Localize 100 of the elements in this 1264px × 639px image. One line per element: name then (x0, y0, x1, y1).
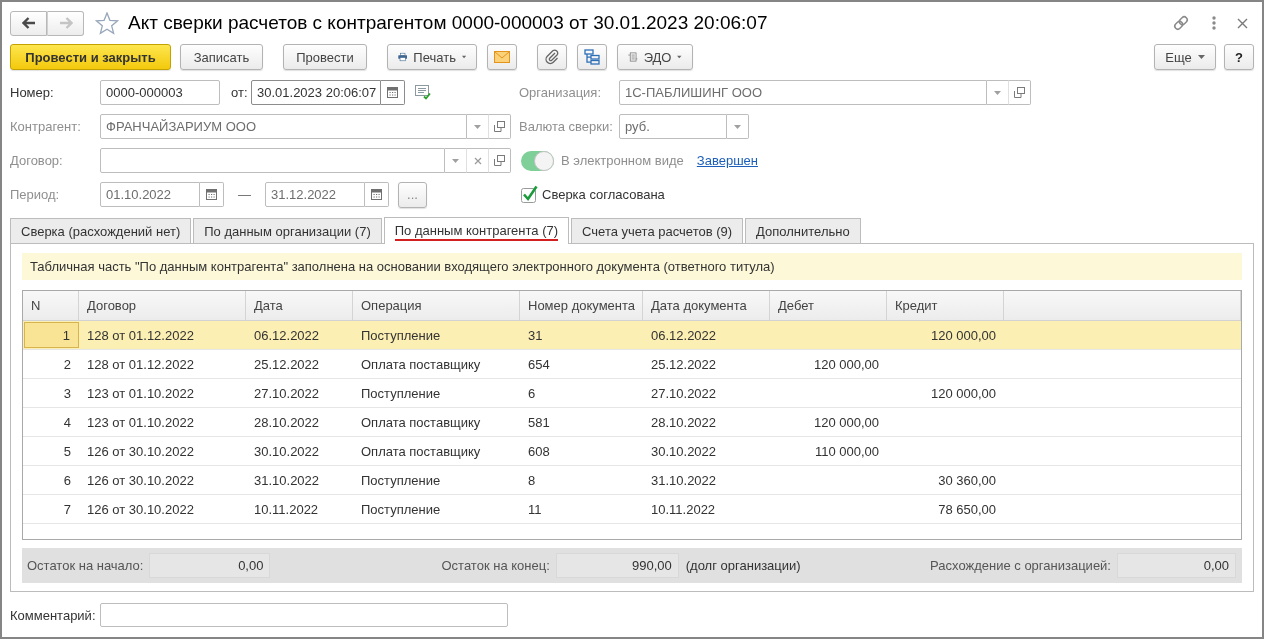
table-cell: Оплата поставщику (361, 414, 481, 430)
calendar-button[interactable] (200, 182, 224, 207)
column-header[interactable]: N (23, 291, 79, 320)
more-button[interactable]: Еще (1154, 44, 1216, 70)
cross-icon (473, 156, 482, 165)
close-icon[interactable] (1237, 17, 1248, 29)
comment-label: Комментарий: (10, 607, 97, 623)
back-button[interactable] (10, 10, 47, 36)
post-button[interactable]: Провести (283, 44, 367, 70)
table-cell: 06.12.2022 (651, 327, 717, 343)
structure-button[interactable] (577, 44, 607, 70)
closing-balance-note: (долг организации) (685, 558, 801, 573)
dropdown-button[interactable] (727, 114, 749, 139)
document-check-icon[interactable] (415, 85, 431, 100)
column-header[interactable]: Операция (353, 291, 520, 320)
table-cell: 6 (63, 472, 71, 488)
more-icon[interactable] (1212, 16, 1216, 30)
post-and-close-button[interactable]: Провести и закрыть (10, 44, 171, 70)
caret-icon (734, 124, 741, 129)
date-label: от: (231, 85, 249, 100)
table-cell: 6 (528, 385, 536, 401)
table-cell: Поступление (361, 385, 441, 401)
currency-label: Валюта сверки: (519, 119, 614, 134)
discrepancy-field: 0,00 (1117, 553, 1236, 578)
period-separator: — (238, 187, 251, 202)
column-header[interactable]: Кредит (887, 291, 1004, 320)
table-cell: 5 (63, 443, 71, 459)
table-row[interactable]: 5 126 от 30.10.2022 30.10.2022 Оплата поставщику 608 30.10.2022 110 000,00 (23, 437, 1241, 466)
table-cell: 30.10.2022 (651, 443, 717, 459)
table-cell: 25.12.2022 (651, 356, 717, 372)
table-cell: 27.10.2022 (254, 385, 320, 401)
paperclip-icon (545, 49, 559, 65)
calendar-button[interactable] (365, 182, 389, 207)
table-row[interactable]: 1 128 от 01.12.2022 06.12.2022 Поступление 31 06.12.2022 120 000,00 (23, 321, 1241, 350)
dropdown-button[interactable] (467, 114, 489, 139)
table-cell: 110 000,00 (814, 443, 879, 459)
column-header[interactable]: Договор (79, 291, 246, 320)
open-button[interactable] (489, 114, 511, 139)
window-icon (494, 155, 505, 166)
tab[interactable]: Счета учета расчетов (9) (571, 218, 744, 243)
edo-button[interactable]: ЭДО (617, 44, 693, 70)
calendar-icon (371, 189, 382, 200)
column-header[interactable]: Дата (246, 291, 353, 320)
link-icon[interactable] (1172, 14, 1190, 32)
table-cell: Оплата поставщику (361, 443, 481, 459)
table-cell: 128 от 01.12.2022 (87, 327, 194, 343)
table-cell: 78 650,00 (938, 501, 996, 517)
calendar-icon (387, 87, 398, 98)
closing-balance-label: Остаток на конец: (441, 558, 550, 573)
contract-field[interactable] (100, 148, 445, 173)
open-button[interactable] (1009, 80, 1031, 105)
table-cell: 8 (528, 472, 536, 488)
comment-field[interactable] (100, 603, 508, 627)
table-row[interactable]: 3 123 от 01.10.2022 27.10.2022 Поступление 6 27.10.2022 120 000,00 (23, 379, 1241, 408)
contract-label: Договор: (10, 153, 64, 168)
table-cell: 30.10.2022 (254, 443, 320, 459)
calendar-button[interactable] (381, 80, 405, 105)
table-cell: 31.10.2022 (254, 472, 320, 488)
table-row[interactable]: 4 123 от 01.10.2022 28.10.2022 Оплата поставщику 581 28.10.2022 120 000,00 (23, 408, 1241, 437)
help-button[interactable]: ? (1224, 44, 1254, 70)
table-cell: 2 (63, 356, 71, 372)
tab[interactable]: Сверка (расхождений нет) (10, 218, 192, 243)
organization-label: Организация: (519, 85, 603, 100)
checkbox[interactable] (521, 185, 538, 204)
attach-button[interactable] (537, 44, 567, 70)
caret-icon (461, 55, 466, 59)
table-cell: 7 (63, 501, 71, 517)
save-button[interactable]: Записать (180, 44, 263, 70)
envelope-icon (494, 51, 510, 63)
table-row[interactable]: 2 128 от 01.12.2022 25.12.2022 Оплата поставщику 654 25.12.2022 120 000,00 (23, 350, 1241, 379)
agreed-label: Сверка согласована (542, 187, 665, 202)
caret-icon (474, 124, 481, 129)
star-icon[interactable] (95, 11, 119, 35)
email-button[interactable] (487, 44, 517, 70)
opening-balance-label: Остаток на начало: (27, 558, 144, 573)
open-button[interactable] (489, 148, 511, 173)
info-banner: Табличная часть "По данным контрагента" заполнена на основании входящего электронного документа (ответного титула) (22, 253, 1242, 280)
table-cell: 608 (528, 443, 550, 459)
tab[interactable]: По данным организации (7) (193, 218, 382, 243)
number-field[interactable]: 0000-000003 (100, 80, 220, 105)
counterparty-label: Контрагент: (10, 119, 82, 134)
tab[interactable]: Дополнительно (745, 218, 861, 243)
column-header[interactable]: Дебет (770, 291, 887, 320)
window-icon (494, 121, 505, 132)
table-cell: 4 (63, 414, 71, 430)
table-row[interactable]: 7 126 от 30.10.2022 10.11.2022 Поступление 11 10.11.2022 78 650,00 (23, 495, 1241, 524)
date-field[interactable]: 30.01.2023 20:06:07 (251, 80, 381, 105)
caret-icon (677, 55, 682, 59)
clear-button[interactable] (467, 148, 489, 173)
table-cell: 31.10.2022 (651, 472, 717, 488)
column-header[interactable]: Номер документа (520, 291, 643, 320)
dropdown-button[interactable] (987, 80, 1009, 105)
tab[interactable]: По данным контрагента (7) (383, 217, 570, 244)
number-label: Номер: (10, 85, 55, 100)
dropdown-button[interactable] (445, 148, 467, 173)
print-button[interactable]: Печать (387, 44, 477, 70)
table-row[interactable]: 6 126 от 30.10.2022 31.10.2022 Поступление 8 31.10.2022 30 360,00 (23, 466, 1241, 495)
table-cell: 3 (63, 385, 71, 401)
table-cell: 120 000,00 (813, 356, 879, 372)
column-header[interactable]: Дата документа (643, 291, 770, 320)
